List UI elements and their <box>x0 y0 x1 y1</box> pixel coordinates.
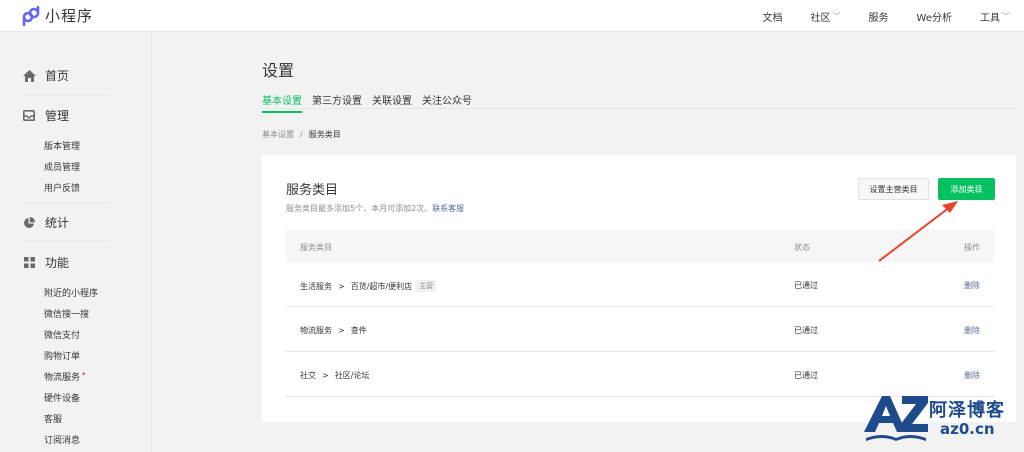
grid-icon <box>22 256 36 270</box>
sidebar-item-label: 物流服务 <box>44 373 81 383</box>
sidebar-item-pay[interactable]: 微信支付 <box>44 328 80 341</box>
sidebar-section-label: 管理 <box>45 109 70 123</box>
sidebar-section-manage[interactable]: 管理 <box>22 107 69 124</box>
primary-badge: 主营 <box>416 280 437 292</box>
sidebar-item-nearby[interactable]: 附近的小程序 <box>44 286 98 299</box>
status-cell: 已通过 <box>794 371 818 380</box>
subcategory-name: 百货/超市/便利店 <box>350 281 413 291</box>
nav-label: 工具 <box>980 12 1000 24</box>
tab-third-party[interactable]: 第三方设置 <box>312 92 362 113</box>
tab-basic[interactable]: 基本设置 <box>262 92 302 113</box>
sidebar-item-service[interactable]: 客服 <box>44 412 62 425</box>
category-cell: 社交 > 社区/论坛 <box>300 370 369 381</box>
nav-label: 服务 <box>868 12 889 24</box>
top-nav: 文档 社区 ﹀ 服务 We分析 工具 ﹀ <box>735 0 1010 32</box>
pie-chart-icon <box>22 216 36 230</box>
status-cell: 已通过 <box>794 281 818 290</box>
card-description: 服务类目最多添加5个，本月可添加2次。联系客服 <box>286 203 464 214</box>
sidebar: 首页 管理 版本管理 成员管理 用户反馈 统计 功能 附近的小程序 微信搜一搜 … <box>0 33 152 452</box>
nav-services[interactable]: 服务 <box>869 9 889 24</box>
column-header-action: 操作 <box>964 243 980 252</box>
delete-link[interactable]: 删除 <box>964 280 980 291</box>
column-header-status: 状态 <box>794 243 810 252</box>
sidebar-item-search[interactable]: 微信搜一搜 <box>44 307 89 320</box>
nav-label: 社区 <box>810 12 831 24</box>
nav-community[interactable]: 社区 ﹀ <box>811 9 841 24</box>
divider <box>22 94 110 95</box>
sidebar-item-orders[interactable]: 购物订单 <box>44 349 80 362</box>
category-cell: 物流服务 > 查件 <box>300 325 367 336</box>
set-primary-category-button[interactable]: 设置主营类目 <box>858 178 929 200</box>
table-row: 物流服务 > 查件 已通过 删除 <box>285 307 995 352</box>
separator: > <box>338 326 345 335</box>
sidebar-item-feedback[interactable]: 用户反馈 <box>44 181 80 194</box>
subcategory-name: 社区/论坛 <box>334 371 370 380</box>
sidebar-item-logistics[interactable]: 物流服务• <box>44 370 86 383</box>
separator: > <box>322 371 329 380</box>
watermark-url: az0.cn <box>940 420 995 438</box>
separator: > <box>338 281 345 291</box>
tab-follow-account[interactable]: 关注公众号 <box>422 92 472 113</box>
sidebar-item-members[interactable]: 成员管理 <box>44 160 80 173</box>
subcategory-name: 查件 <box>350 326 367 335</box>
card-title: 服务类目 <box>286 183 339 198</box>
category-name: 生活服务 <box>300 281 332 291</box>
logo[interactable]: 小程序 <box>22 5 93 26</box>
breadcrumb-separator: / <box>300 130 303 139</box>
sidebar-section-features[interactable]: 功能 <box>22 254 69 271</box>
divider <box>22 241 110 242</box>
chevron-down-icon: ﹀ <box>1002 11 1010 21</box>
page-title: 设置 <box>262 61 295 80</box>
status-cell: 已通过 <box>794 326 818 335</box>
sidebar-section-label: 功能 <box>45 256 70 270</box>
mini-program-logo-icon <box>22 5 40 26</box>
tab-linked[interactable]: 关联设置 <box>372 92 412 113</box>
new-dot: • <box>81 370 87 380</box>
nav-we-analytics[interactable]: We分析 <box>917 9 952 24</box>
category-cell: 生活服务 > 百货/超市/便利店 主营 <box>300 280 437 292</box>
sidebar-item-version[interactable]: 版本管理 <box>44 139 80 152</box>
tabs-underline <box>262 108 1018 109</box>
nav-label: We分析 <box>916 12 952 24</box>
nav-tools[interactable]: 工具 ﹀ <box>980 9 1010 24</box>
divider <box>22 202 110 203</box>
category-name: 社交 <box>300 371 316 380</box>
sidebar-item-label: 首页 <box>45 69 70 83</box>
sidebar-item-hardware[interactable]: 硬件设备 <box>44 391 80 404</box>
sidebar-item-home[interactable]: 首页 <box>22 67 69 84</box>
breadcrumb: 基本设置 / 服务类目 <box>262 129 341 140</box>
nav-label: 文档 <box>762 12 783 24</box>
contact-support-link[interactable]: 联系客服 <box>432 204 464 213</box>
add-category-button[interactable]: 添加类目 <box>938 178 995 200</box>
watermark-text: 阿泽博客 <box>929 400 1005 421</box>
home-icon <box>22 69 36 83</box>
category-name: 物流服务 <box>300 326 332 335</box>
service-category-card: 服务类目 服务类目最多添加5个，本月可添加2次。联系客服 设置主营类目 添加类目… <box>262 155 1016 422</box>
chevron-down-icon: ﹀ <box>832 11 841 21</box>
breadcrumb-parent[interactable]: 基本设置 <box>262 130 294 139</box>
nav-docs[interactable]: 文档 <box>763 9 783 24</box>
column-header-category: 服务类目 <box>300 243 332 252</box>
app-name: 小程序 <box>45 7 94 25</box>
delete-link[interactable]: 删除 <box>964 370 980 381</box>
top-bar: 小程序 文档 社区 ﹀ 服务 We分析 工具 ﹀ <box>0 0 1024 32</box>
sidebar-item-subscribe[interactable]: 订阅消息 <box>44 433 80 446</box>
breadcrumb-current: 服务类目 <box>308 130 341 139</box>
delete-link[interactable]: 删除 <box>964 325 980 336</box>
settings-tabs: 基本设置 第三方设置 关联设置 关注公众号 <box>262 92 482 113</box>
sidebar-item-stats[interactable]: 统计 <box>22 214 69 231</box>
inbox-icon <box>22 109 36 123</box>
table-row: 生活服务 > 百货/超市/便利店 主营 已通过 删除 <box>285 262 995 307</box>
table-header: 服务类目 状态 操作 <box>285 230 995 262</box>
sidebar-item-label: 统计 <box>45 216 70 230</box>
description-text: 服务类目最多添加5个，本月可添加2次。 <box>286 204 433 213</box>
